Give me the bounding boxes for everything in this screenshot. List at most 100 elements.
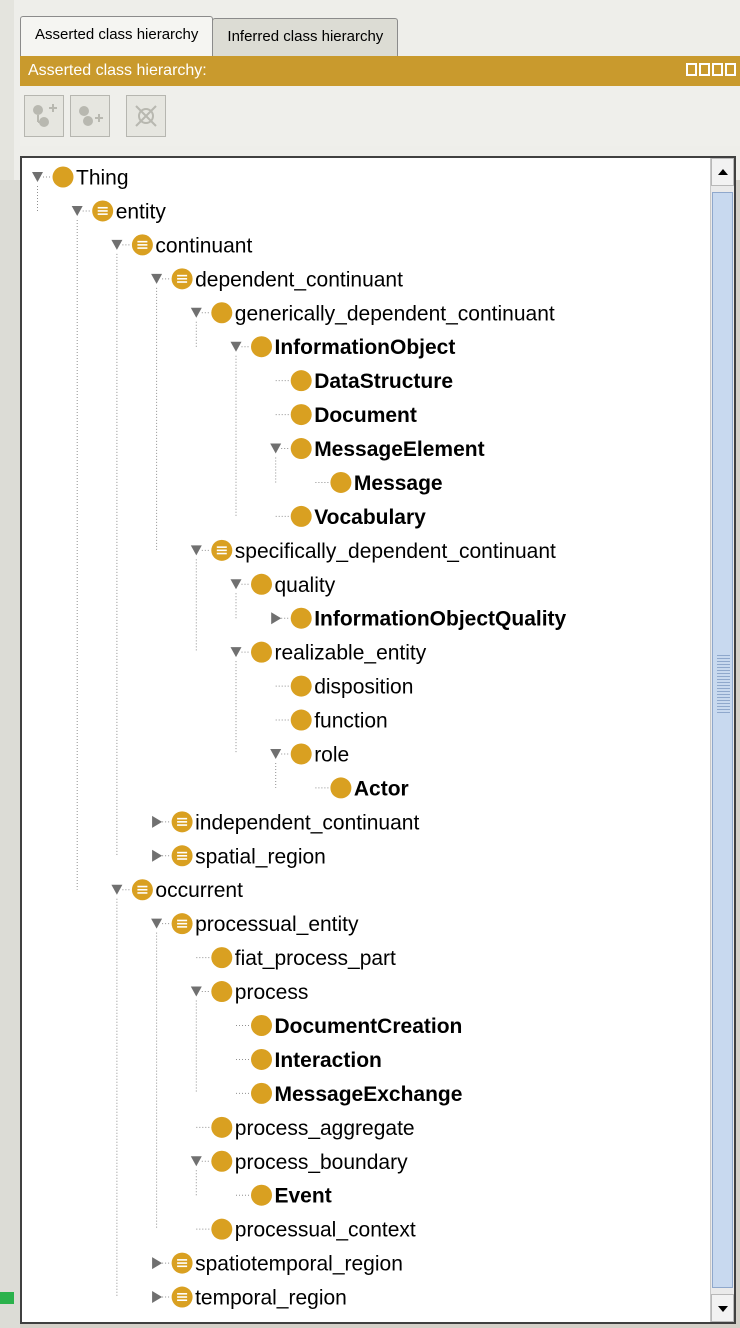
tree-node-thing[interactable]: Thing [32, 166, 129, 190]
class-icon [251, 1082, 272, 1104]
collapsed-arrow-icon[interactable] [152, 1291, 163, 1304]
expanded-arrow-icon[interactable] [151, 273, 163, 284]
tree-node-temporal-region[interactable]: temporal_region [152, 1286, 347, 1310]
expanded-arrow-icon[interactable] [190, 986, 202, 997]
tree-node-process-boundary[interactable]: process_boundary [190, 1150, 408, 1174]
tree-node-label: realizable_entity [275, 642, 427, 665]
scroll-down-button[interactable] [711, 1294, 734, 1322]
class-icon [211, 1150, 233, 1172]
class-icon [211, 981, 233, 1003]
close-view-icon[interactable] [725, 63, 736, 76]
expanded-arrow-icon[interactable] [230, 341, 242, 352]
tree-node-spatiotemporal-region[interactable]: spatiotemporal_region [152, 1252, 403, 1276]
tree-node-datastructure[interactable]: DataStructure [275, 370, 453, 393]
tree-node-messageexchange[interactable]: MessageExchange [236, 1082, 463, 1106]
tree-node-document[interactable]: Document [275, 404, 417, 427]
expanded-arrow-icon[interactable] [111, 239, 123, 250]
tree-node-label: temporal_region [195, 1287, 347, 1310]
tree-node-generically-dependent-continuant[interactable]: generically_dependent_continuant [190, 302, 555, 325]
tree-node-informationobjectquality[interactable]: InformationObjectQuality [271, 607, 567, 631]
tree-node-label: processual_entity [195, 913, 359, 936]
tree-node-processual-context[interactable]: processual_context [196, 1218, 416, 1242]
tree-node-independent-continuant[interactable]: independent_continuant [152, 811, 419, 834]
tree-node-label: independent_continuant [195, 811, 419, 834]
tree-node-label: process [235, 981, 309, 1004]
tree-node-entity[interactable]: entity [71, 200, 167, 223]
tree-node-label: MessageExchange [275, 1083, 463, 1106]
tree-node-interaction[interactable]: Interaction [236, 1048, 382, 1072]
tree-node-disposition[interactable]: disposition [275, 675, 414, 699]
expanded-arrow-icon[interactable] [230, 647, 242, 658]
split-view-icon[interactable] [686, 63, 697, 76]
tree-node-role[interactable]: role [270, 743, 349, 766]
tree-node-label: continuant [155, 234, 252, 257]
collapsed-arrow-icon[interactable] [271, 612, 282, 625]
expanded-arrow-icon[interactable] [71, 205, 83, 216]
tree-node-message[interactable]: Message [315, 471, 443, 495]
tree-node-label: generically_dependent_continuant [235, 302, 555, 325]
expanded-arrow-icon[interactable] [230, 579, 242, 590]
expanded-arrow-icon[interactable] [270, 748, 282, 759]
scrollbar-thumb[interactable] [712, 192, 733, 1288]
class-icon [251, 1048, 272, 1070]
scroll-up-button[interactable] [711, 158, 734, 186]
tree-node-documentcreation[interactable]: DocumentCreation [236, 1015, 462, 1038]
tree-node-fiat-process-part[interactable]: fiat_process_part [196, 947, 396, 970]
tree-node-label: process_aggregate [235, 1117, 415, 1140]
tree-node-process-aggregate[interactable]: process_aggregate [196, 1116, 415, 1140]
expanded-arrow-icon[interactable] [151, 918, 163, 929]
add-sibling-button[interactable] [70, 95, 110, 137]
tab-inferred-class-hierarchy[interactable]: Inferred class hierarchy [212, 18, 399, 56]
add-subclass-button[interactable] [24, 95, 64, 137]
tree-node-event[interactable]: Event [236, 1184, 332, 1208]
tree-node-continuant[interactable]: continuant [111, 234, 252, 257]
collapsed-arrow-icon[interactable] [152, 1257, 163, 1270]
expanded-arrow-icon[interactable] [190, 1156, 202, 1167]
tree-node-process[interactable]: process [190, 981, 309, 1004]
minimize-view-icon[interactable] [699, 63, 710, 76]
tree-node-processual-entity[interactable]: processual_entity [151, 913, 359, 936]
expanded-arrow-icon[interactable] [111, 884, 123, 895]
tree-node-specifically-dependent-continuant[interactable]: specifically_dependent_continuant [190, 539, 556, 563]
class-icon [290, 370, 312, 392]
hierarchy-toolbar [20, 86, 740, 146]
tree-node-label: dependent_continuant [195, 268, 403, 291]
collapsed-arrow-icon[interactable] [152, 849, 163, 862]
add-sibling-icon [79, 106, 103, 126]
tree-node-quality[interactable]: quality [230, 573, 336, 597]
view-control-icons [686, 63, 736, 76]
tree-node-label: InformationObject [275, 336, 456, 359]
maximize-view-icon[interactable] [712, 63, 723, 76]
class-icon [251, 1015, 272, 1036]
tree-node-function[interactable]: function [275, 709, 388, 733]
tree-node-label: Actor [354, 777, 409, 800]
collapsed-arrow-icon[interactable] [152, 815, 163, 828]
tree-node-actor[interactable]: Actor [315, 777, 409, 800]
left-background [0, 0, 20, 1328]
tree-node-messageelement[interactable]: MessageElement [270, 438, 485, 461]
tab-asserted-class-hierarchy[interactable]: Asserted class hierarchy [20, 16, 214, 56]
tree-node-label: Vocabulary [314, 506, 426, 529]
tree-node-label: quality [275, 574, 336, 597]
tree-node-vocabulary[interactable]: Vocabulary [275, 505, 426, 529]
tree-node-label: Message [354, 472, 443, 495]
vertical-scrollbar[interactable] [710, 158, 734, 1322]
tree-node-realizable-entity[interactable]: realizable_entity [230, 641, 427, 665]
tree-node-label: spatial_region [195, 845, 326, 868]
expanded-arrow-icon[interactable] [190, 545, 202, 556]
tree-node-label: function [314, 710, 388, 733]
class-hierarchy-tree[interactable]: Thing entity continuant dependent_continuan… [20, 156, 736, 1324]
tree-node-label: spatiotemporal_region [195, 1253, 403, 1276]
expanded-arrow-icon[interactable] [32, 172, 43, 182]
expanded-arrow-icon[interactable] [190, 307, 202, 318]
class-icon [211, 947, 233, 969]
tree-node-informationobject[interactable]: InformationObject [230, 336, 456, 359]
tree-node-label: MessageElement [314, 438, 484, 461]
class-icon [330, 777, 352, 799]
tree-node-label: process_boundary [235, 1151, 408, 1174]
tree-node-dependent-continuant[interactable]: dependent_continuant [151, 268, 403, 291]
tree-node-spatial-region[interactable]: spatial_region [152, 845, 326, 868]
expanded-arrow-icon[interactable] [270, 443, 282, 454]
delete-class-button[interactable] [126, 95, 166, 137]
tree-node-occurrent[interactable]: occurrent [111, 879, 243, 902]
